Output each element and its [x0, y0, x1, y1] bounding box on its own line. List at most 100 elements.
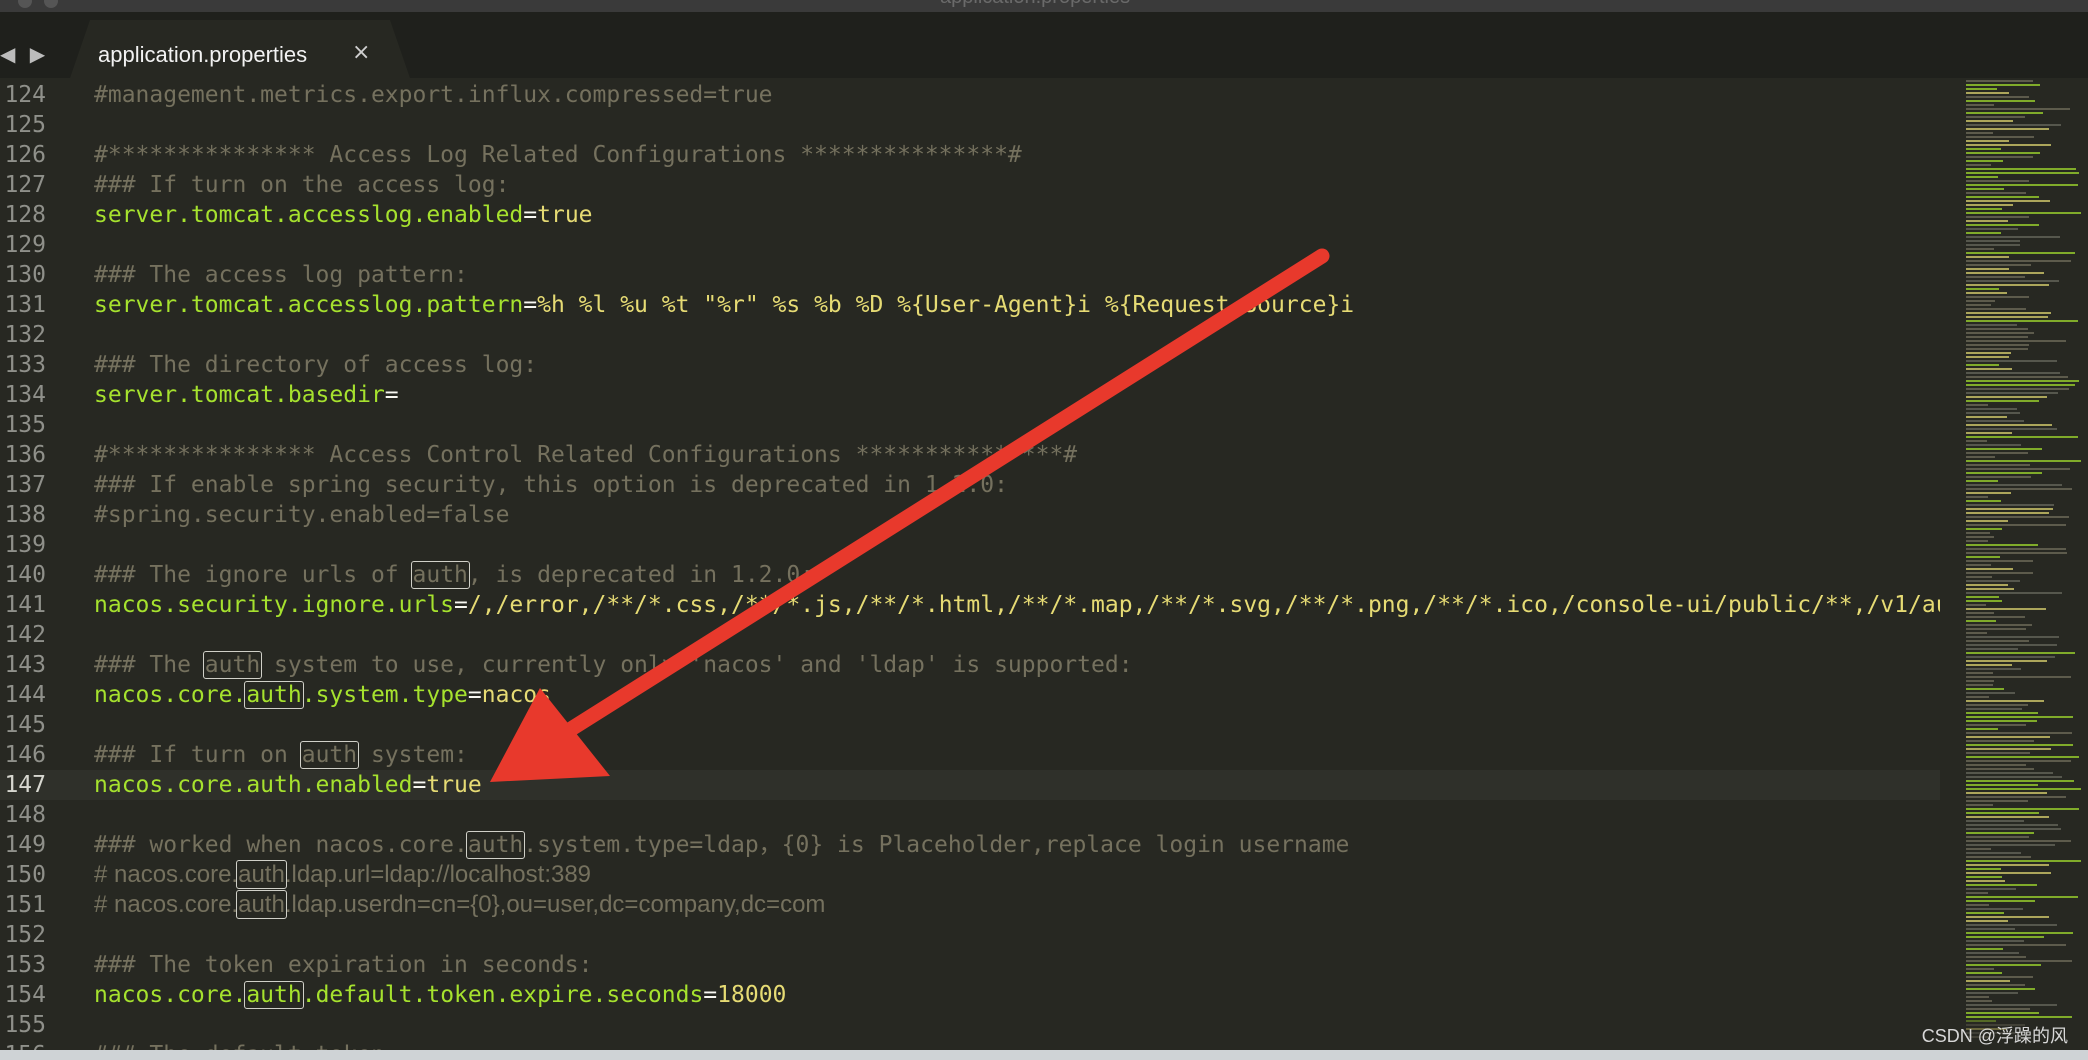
minimap-line	[1966, 776, 2062, 778]
watermark: CSDN @浮躁的风	[1917, 1020, 2072, 1050]
tab-close-icon[interactable]: ×	[352, 40, 370, 65]
window-control-icon[interactable]	[44, 0, 58, 8]
line-number: 138	[4, 502, 46, 528]
minimap-line	[1966, 164, 1991, 166]
code-line[interactable]: server.tomcat.accesslog.enabled=true	[94, 200, 593, 230]
code-line[interactable]: ### The token expiration in seconds:	[94, 950, 593, 980]
code-line[interactable]: ### The auth system to use, currently on…	[94, 650, 1133, 680]
line-number: 137	[4, 472, 46, 498]
minimap-line	[1966, 860, 2081, 862]
minimap-line	[1966, 524, 2066, 526]
code-token: system to use, currently only 'nacos' an…	[260, 652, 1133, 678]
line-number: 128	[4, 202, 46, 228]
minimap[interactable]	[1960, 78, 2088, 1060]
search-match-highlight: auth	[244, 981, 304, 1009]
code-line[interactable]: ### The directory of access log:	[94, 350, 537, 380]
line-number: 130	[4, 262, 46, 288]
minimap-line	[1966, 964, 2041, 966]
minimap-line	[1966, 508, 2053, 510]
code-token: =	[523, 292, 538, 318]
minimap-line	[1966, 244, 2020, 246]
code-line[interactable]: ### The ignore urls of auth, is deprecat…	[94, 560, 814, 590]
minimap-line	[1966, 372, 2060, 374]
minimap-line	[1966, 628, 2026, 630]
code-line[interactable]: # nacos.core.auth.ldap.userdn=cn={0},ou=…	[94, 890, 825, 920]
code-line[interactable]: ### If turn on the access log:	[94, 170, 509, 200]
minimap-line	[1966, 444, 2021, 446]
code-line[interactable]: #*************** Access Log Related Conf…	[94, 140, 1022, 170]
code-token: server.tomcat.accesslog.enabled	[94, 202, 524, 228]
line-number: 155	[4, 1012, 46, 1038]
search-match-highlight: auth	[244, 681, 304, 709]
tab-nav-arrows-icon[interactable]: ◀ ▶	[0, 42, 49, 66]
minimap-line	[1966, 888, 2016, 890]
minimap-line	[1966, 204, 2013, 206]
line-number: 125	[4, 112, 46, 138]
minimap-line	[1966, 544, 2038, 546]
minimap-line	[1966, 436, 2078, 438]
search-match-highlight: auth	[236, 860, 287, 889]
code-line[interactable]: server.tomcat.accesslog.pattern=%h %l %u…	[94, 290, 1354, 320]
minimap-line	[1966, 168, 2076, 170]
minimap-line	[1966, 596, 1999, 598]
minimap-line	[1966, 856, 2031, 858]
line-number: 134	[4, 382, 46, 408]
code-line[interactable]: nacos.core.auth.default.token.expire.sec…	[94, 980, 786, 1010]
code-line[interactable]: ### The access log pattern:	[94, 260, 468, 290]
code-line[interactable]: nacos.core.auth.enabled=true	[94, 770, 482, 800]
minimap-line	[1966, 124, 2061, 126]
minimap-line	[1966, 984, 2025, 986]
code-line[interactable]: #management.metrics.export.influx.compre…	[94, 80, 773, 110]
minimap-line	[1966, 796, 2066, 798]
minimap-line	[1966, 612, 1994, 614]
line-number: 140	[4, 562, 46, 588]
minimap-line	[1966, 812, 2039, 814]
minimap-line	[1966, 440, 1987, 442]
line-number: 146	[4, 742, 46, 768]
code-line[interactable]: # nacos.core.auth.ldap.url=ldap://localh…	[94, 860, 591, 890]
code-line[interactable]: #spring.security.enabled=false	[94, 500, 509, 530]
minimap-line	[1966, 584, 2008, 586]
minimap-line	[1966, 248, 1994, 250]
minimap-line	[1966, 620, 1996, 622]
minimap-line	[1966, 144, 2051, 146]
minimap-line	[1966, 708, 2022, 710]
minimap-line	[1966, 680, 1994, 682]
minimap-line	[1966, 352, 2011, 354]
code-token: #*************** Access Control Related …	[94, 442, 1078, 468]
code-line[interactable]: nacos.core.auth.system.type=nacos	[94, 680, 551, 710]
minimap-line	[1966, 904, 1989, 906]
tab-bar: ◀ ▶ application.properties ×	[0, 12, 2088, 78]
minimap-line	[1966, 724, 2026, 726]
minimap-line	[1966, 828, 2061, 830]
minimap-line	[1966, 876, 2002, 878]
code-area[interactable]: #management.metrics.export.influx.compre…	[94, 78, 1960, 1060]
minimap-line	[1966, 476, 2031, 478]
line-number: 143	[4, 652, 46, 678]
minimap-line	[1966, 232, 2001, 234]
line-number: 126	[4, 142, 46, 168]
minimap-line	[1966, 384, 2075, 386]
code-line[interactable]: nacos.security.ignore.urls=/,/error,/**/…	[94, 590, 1960, 620]
code-line[interactable]: ### If turn on auth system:	[94, 740, 468, 770]
minimap-line	[1966, 704, 2028, 706]
window-title-bar: application.properties	[0, 0, 2088, 12]
tab-application-properties[interactable]: application.properties ×	[70, 20, 410, 78]
minimap-line	[1966, 980, 2010, 982]
code-line[interactable]: ### If enable spring security, this opti…	[94, 470, 1008, 500]
minimap-line	[1966, 448, 2042, 450]
window-control-icon[interactable]	[18, 0, 32, 8]
minimap-line	[1966, 288, 1999, 290]
code-editor[interactable]: 124 125 126 127 128 129 130 131 132 133 134 135 136 1…	[0, 78, 1960, 1060]
code-line[interactable]: ### worked when nacos.core.auth.system.t…	[94, 830, 1349, 860]
minimap-line	[1966, 312, 2051, 314]
code-line[interactable]: server.tomcat.basedir=	[94, 380, 399, 410]
minimap-line	[1966, 944, 2066, 946]
minimap-line	[1966, 568, 2013, 570]
code-line[interactable]: #*************** Access Control Related …	[94, 440, 1077, 470]
minimap-line	[1966, 540, 1988, 542]
minimap-line	[1966, 988, 2035, 990]
minimap-line	[1966, 688, 2004, 690]
code-token: server.tomcat.basedir	[94, 382, 385, 408]
minimap-line	[1966, 292, 2007, 294]
